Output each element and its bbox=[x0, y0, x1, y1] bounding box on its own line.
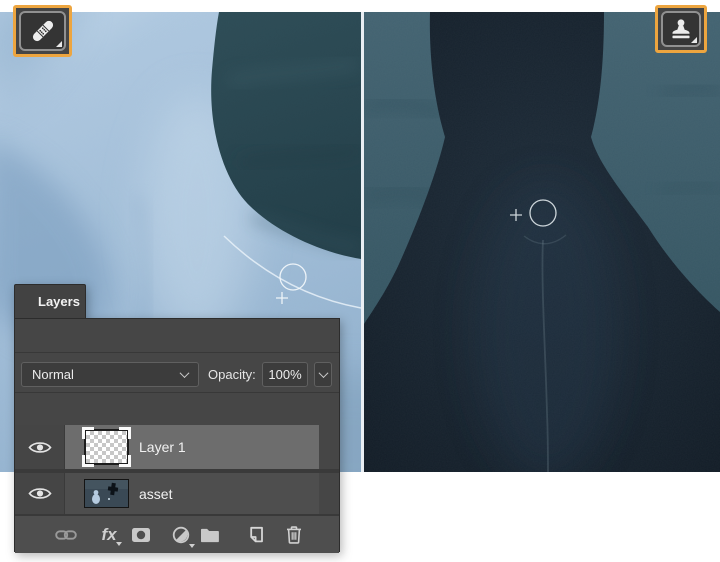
blend-mode-value: Normal bbox=[32, 367, 74, 382]
eye-icon bbox=[27, 488, 52, 499]
layers-tab-label: Layers bbox=[38, 294, 80, 309]
layer-name: Layer 1 bbox=[139, 439, 186, 455]
link-layers-icon bbox=[55, 529, 77, 540]
layer-styles-button[interactable]: fx bbox=[96, 522, 122, 548]
layer-thumbnail-transparent[interactable] bbox=[82, 427, 131, 467]
delete-layer-button[interactable] bbox=[281, 522, 307, 548]
trash-icon bbox=[287, 525, 301, 544]
layer-row-layer1[interactable]: Layer 1 bbox=[15, 425, 339, 469]
link-layers-button[interactable] bbox=[53, 522, 79, 548]
selection-bracket bbox=[119, 455, 131, 467]
tool-flyout-triangle bbox=[56, 41, 62, 47]
chevron-down-icon bbox=[318, 368, 328, 379]
layer-thumbnail-photo[interactable] bbox=[84, 479, 129, 508]
panel-divider bbox=[15, 392, 339, 393]
eye-icon bbox=[27, 441, 52, 453]
tool-flyout-triangle bbox=[691, 37, 697, 43]
screenshot-stage: Layers Normal Opacity: 100% Layer 1 asse… bbox=[0, 0, 720, 562]
panel-divider bbox=[15, 352, 339, 353]
new-layer-icon bbox=[250, 526, 263, 542]
spot-healing-brush-icon bbox=[32, 20, 53, 42]
selection-bracket bbox=[82, 455, 94, 467]
opacity-value-field[interactable]: 100% bbox=[262, 362, 308, 387]
layer-styles-fx-icon: fx bbox=[101, 524, 117, 544]
blend-mode-select[interactable]: Normal bbox=[21, 362, 199, 387]
layer-mask-icon bbox=[132, 527, 150, 542]
opacity-value-text: 100% bbox=[268, 367, 302, 382]
layers-panel-footer: fx bbox=[15, 514, 339, 553]
selection-bracket bbox=[82, 427, 94, 439]
visibility-toggle[interactable] bbox=[15, 425, 65, 469]
opacity-label: Opacity: bbox=[208, 367, 256, 382]
caret-down-icon bbox=[189, 543, 195, 548]
spot-healing-brush-tool-button[interactable] bbox=[13, 5, 72, 57]
canvas-right-image bbox=[364, 12, 720, 472]
caret-down-icon bbox=[116, 541, 122, 546]
clone-stamp-tool-button[interactable] bbox=[655, 5, 707, 53]
layer-list: Layer 1 asset bbox=[15, 425, 339, 514]
layer-row-asset[interactable]: asset bbox=[15, 473, 339, 514]
layers-panel-tab[interactable]: Layers bbox=[14, 284, 86, 318]
layers-panel-body: Normal Opacity: 100% Layer 1 asset fx bbox=[14, 318, 340, 553]
new-group-folder-icon bbox=[201, 528, 219, 542]
layers-panel: Layers Normal Opacity: 100% Layer 1 asse… bbox=[14, 284, 340, 553]
adjustment-layer-button[interactable] bbox=[168, 522, 195, 548]
layer-name: asset bbox=[139, 485, 173, 502]
new-group-button[interactable] bbox=[197, 522, 223, 548]
visibility-toggle[interactable] bbox=[15, 473, 65, 514]
opacity-dropdown-button[interactable] bbox=[314, 362, 332, 387]
layer-mask-button[interactable] bbox=[128, 522, 154, 548]
asset-thumbnail-art bbox=[85, 480, 128, 507]
selection-bracket bbox=[119, 427, 131, 439]
wetsuit-photo bbox=[364, 12, 720, 472]
chevron-down-icon bbox=[179, 368, 190, 379]
new-layer-button[interactable] bbox=[241, 522, 267, 548]
